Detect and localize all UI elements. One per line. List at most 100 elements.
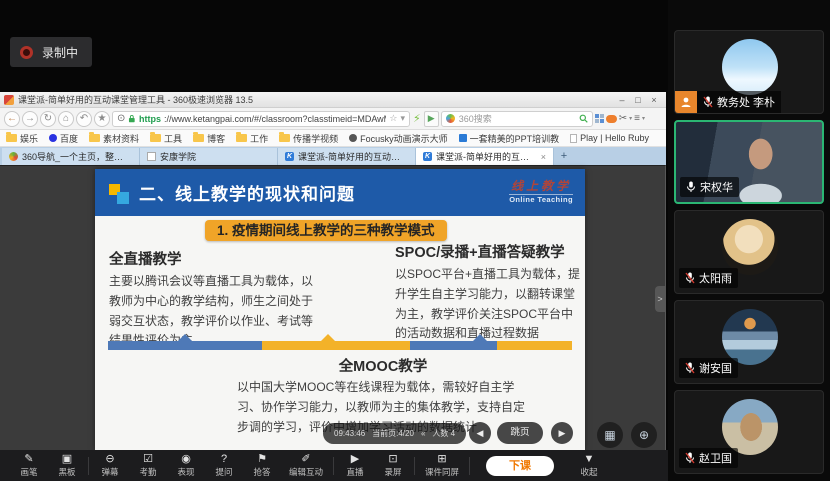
bookmark-item[interactable]: 博客 <box>193 132 225 145</box>
participant-tile[interactable]: 教务处 李朴 <box>674 30 824 114</box>
bookmark-star-icon[interactable]: ☆ <box>389 113 397 124</box>
tool-question-button[interactable]: ?提问 <box>205 453 243 478</box>
bookmarks-bar: 娱乐百度素材资料工具博客工作传播学视频 Focusky动画演示大师一套精美的PPT… <box>0 130 666 147</box>
section-title: 全直播教学 <box>109 248 317 269</box>
tool-screen-record-button[interactable]: ⊡录屏 <box>374 453 412 478</box>
participant-name-tag: 宋权华 <box>680 177 739 197</box>
slide-ribbon <box>108 341 572 350</box>
screenshot-icon[interactable]: ✂ <box>619 113 627 124</box>
menu-icon[interactable]: ≡ <box>634 113 640 124</box>
bookmark-item[interactable]: 百度 <box>49 132 78 145</box>
collapse-status-icon[interactable]: « <box>421 429 425 438</box>
class-status-bar: 09:43:46 当前页:4/20 « 人数 4 <box>323 423 466 444</box>
participant-tile[interactable]: 宋权华 <box>674 120 824 204</box>
participant-tile[interactable]: 赵卫国 <box>674 390 824 474</box>
teaching-app: 录制中 课堂派-简单好用的互动课堂管理工具 - 360极速浏览器 13.5 – … <box>0 0 830 481</box>
home-button[interactable]: ⌂ <box>58 111 74 127</box>
favorites-button[interactable]: ★ <box>94 111 110 127</box>
participant-tile[interactable]: 太阳雨 <box>674 210 824 294</box>
collapse-label: 收起 <box>580 466 597 478</box>
menu-dropdown-icon[interactable]: ▾ <box>642 115 645 122</box>
bookmark-item[interactable]: 传播学视频 <box>279 132 338 145</box>
speed-mode-icon[interactable]: ⚡ <box>413 112 421 125</box>
expand-panel-chevron-icon[interactable]: > <box>655 286 665 312</box>
browser-tab[interactable]: K课堂派-简单好用的互动课堂管× <box>416 148 554 165</box>
tool-label: 表现 <box>177 466 194 478</box>
toolbar-divider <box>414 457 415 475</box>
mic-muted-icon <box>685 362 695 374</box>
search-input[interactable]: 360搜索 <box>441 111 593 127</box>
quick-answer-icon: ⚑ <box>257 453 267 465</box>
maximize-button[interactable]: □ <box>630 95 646 105</box>
url-text: ://www.ketangpai.com/#/classroom?classti… <box>164 114 386 124</box>
live-icon: ▶ <box>351 453 359 465</box>
recording-label: 录制中 <box>42 44 78 61</box>
bookmark-item[interactable]: 娱乐 <box>6 132 38 145</box>
search-icon[interactable] <box>579 114 588 123</box>
end-class-button[interactable]: 下课 <box>486 456 554 476</box>
tool-label: 黑板 <box>58 466 75 478</box>
tool-performance-button[interactable]: ◉表现 <box>167 453 205 478</box>
avatar <box>722 309 778 365</box>
prev-page-button[interactable]: ◀ <box>469 422 491 444</box>
next-page-button[interactable]: ▶ <box>551 422 573 444</box>
courseware-sync-icon: ⊞ <box>437 453 446 465</box>
slide-header: 二、线上教学的现状和问题 线上教学 Online Teaching <box>95 169 585 216</box>
browser-content: 二、线上教学的现状和问题 线上教学 Online Teaching 1. 疫情期… <box>0 165 666 450</box>
tool-label: 画笔 <box>20 466 37 478</box>
recording-badge: 录制中 <box>10 37 92 67</box>
bookmark-item[interactable]: 工具 <box>150 132 182 145</box>
screenshot-dropdown-icon[interactable]: ▾ <box>629 115 632 122</box>
tool-pen-button[interactable]: ✎画笔 <box>10 453 48 478</box>
jump-page-button[interactable]: 跳页 <box>497 422 543 444</box>
browser-tab[interactable]: K课堂派-简单好用的互动课堂管理工 <box>278 148 416 165</box>
bookmark-item[interactable]: 一套精美的PPT培训教 <box>459 132 560 145</box>
bookmark-item[interactable]: Play | Hello Ruby <box>570 133 649 143</box>
refresh-button[interactable]: ↻ <box>40 111 56 127</box>
qr-code-button[interactable]: ▦ <box>597 422 623 448</box>
window-favicon-icon <box>4 95 14 105</box>
tool-courseware-sync-button[interactable]: ⊞课件同屏 <box>417 453 467 478</box>
tool-label: 编辑互动 <box>289 466 323 478</box>
address-bar[interactable]: ⊙ https://www.ketangpai.com/#/classroom?… <box>112 111 410 127</box>
browser-titlebar[interactable]: 课堂派-简单好用的互动课堂管理工具 - 360极速浏览器 13.5 – □ × <box>0 92 666 108</box>
go-button[interactable]: ▶ <box>424 111 439 127</box>
browser-tab[interactable]: 安康学院 <box>140 148 278 165</box>
back-button[interactable]: ← <box>4 111 20 127</box>
page-indicator: 当前页:4/20 <box>372 428 414 439</box>
tool-blackboard-button[interactable]: ▣黑板 <box>48 453 86 478</box>
tool-quick-answer-button[interactable]: ⚑抢答 <box>243 453 281 478</box>
game-center-icon[interactable] <box>606 115 617 123</box>
tool-live-button[interactable]: ▶直播 <box>336 453 374 478</box>
forward-button[interactable]: → <box>22 111 38 127</box>
participant-name: 太阳雨 <box>699 270 732 286</box>
edit-interact-icon: ✐ <box>301 453 310 465</box>
close-button[interactable]: × <box>646 95 662 105</box>
participant-tile[interactable]: 谢安国 <box>674 300 824 384</box>
collapse-toolbar-button[interactable]: ▼ 收起 <box>570 453 608 478</box>
slide: 二、线上教学的现状和问题 线上教学 Online Teaching 1. 疫情期… <box>95 169 585 451</box>
minimize-button[interactable]: – <box>614 95 630 105</box>
fit-screen-button[interactable]: ⊕ <box>631 422 657 448</box>
participant-name-tag: 赵卫国 <box>679 448 738 468</box>
tab-favicon-icon: K <box>285 152 294 161</box>
tool-label: 提问 <box>215 466 232 478</box>
undo-button[interactable]: ↶ <box>76 111 92 127</box>
participant-name: 谢安国 <box>699 360 732 376</box>
url-dropdown-icon[interactable]: ▾ <box>400 113 405 124</box>
bookmark-item[interactable]: 素材资料 <box>89 132 139 145</box>
tool-edit-interact-button[interactable]: ✐编辑互动 <box>281 453 331 478</box>
bookmark-item[interactable]: 工作 <box>236 132 268 145</box>
extensions-icon[interactable] <box>595 114 604 123</box>
tool-attendance-button[interactable]: ☑考勤 <box>129 453 167 478</box>
tab-close-icon[interactable]: × <box>541 152 546 162</box>
browser-tab[interactable]: 360导航_一个主页，整个世界 <box>2 148 140 165</box>
slide-logo-squares-icon <box>109 180 131 206</box>
participant-name-tag: 教务处 李朴 <box>697 91 781 113</box>
new-tab-button[interactable]: + <box>554 148 574 165</box>
danmaku-icon: ⊖ <box>105 453 114 465</box>
tool-danmaku-button[interactable]: ⊖弹幕 <box>91 453 129 478</box>
bookmark-item[interactable]: Focusky动画演示大师 <box>349 132 448 145</box>
page-info-icon[interactable]: ⊙ <box>117 113 125 124</box>
participants-sidebar: 教务处 李朴宋权华太阳雨谢安国赵卫国 <box>668 0 830 481</box>
